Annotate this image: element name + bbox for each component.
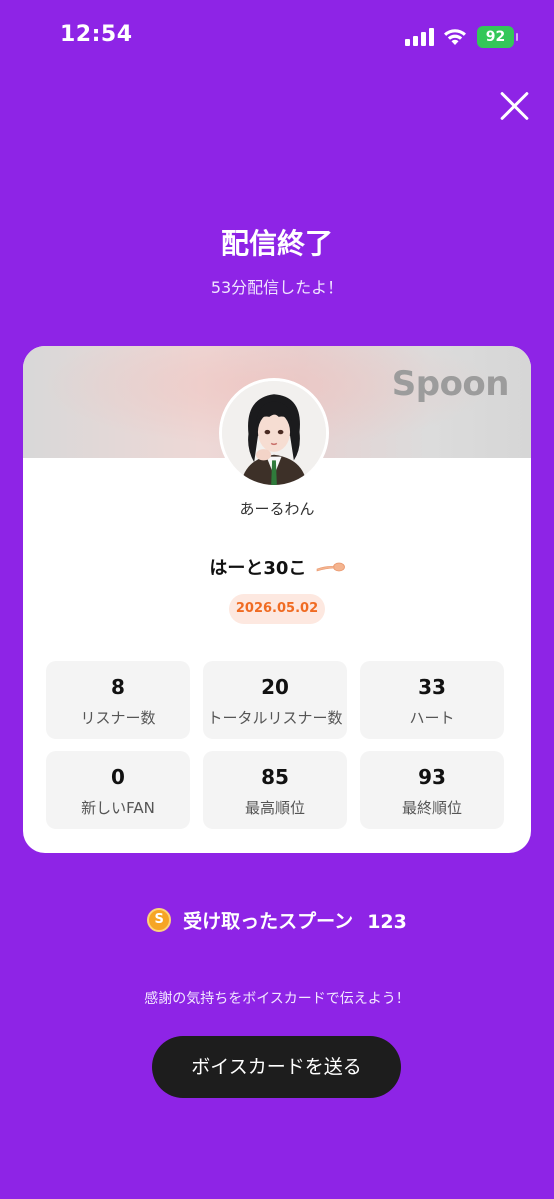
- spoons-count: 123: [367, 910, 407, 933]
- stat-hearts: 33 ハート: [360, 661, 504, 739]
- stat-listeners: 8 リスナー数: [46, 661, 190, 739]
- battery-level: 92: [485, 29, 506, 45]
- page-title: 配信終了: [220, 227, 333, 260]
- stat-label: リスナー数: [80, 709, 156, 727]
- battery-icon: 92: [477, 26, 518, 48]
- stream-title: はーと30こ: [23, 554, 531, 580]
- stat-value: 20: [261, 675, 289, 699]
- status-bar: 12:54 92: [0, 0, 554, 76]
- stat-new-fans: 0 新しいFAN: [46, 751, 190, 829]
- spoons-label: 受け取ったスプーン: [183, 910, 354, 933]
- stat-label: ハート: [409, 709, 455, 727]
- send-voice-card-button[interactable]: ボイスカードを送る: [152, 1036, 401, 1098]
- spoon-emoji-icon: [315, 559, 345, 580]
- stat-label: トータルリスナー数: [207, 709, 343, 727]
- stat-value: 0: [111, 765, 125, 789]
- broadcast-summary-card: Spoon あーるわん はーと30こ 2026.05.02 8 リスナー数 20…: [23, 346, 531, 853]
- username: あーるわん: [239, 500, 315, 518]
- stat-value: 33: [418, 675, 446, 699]
- avatar[interactable]: [219, 378, 329, 488]
- stat-value: 85: [261, 765, 289, 789]
- signal-icon: [405, 28, 435, 46]
- stat-label: 最終順位: [401, 799, 462, 817]
- stat-label: 最高順位: [244, 799, 305, 817]
- page-subtitle: 53分配信したよ！: [210, 278, 344, 297]
- stat-value: 93: [418, 765, 446, 789]
- date-badge: 2026.05.02: [229, 594, 325, 624]
- close-icon[interactable]: [494, 86, 534, 126]
- stat-label: 新しいFAN: [81, 799, 155, 817]
- stat-total-listeners: 20 トータルリスナー数: [203, 661, 347, 739]
- spoon-logo: Spoon: [391, 364, 510, 404]
- stat-final-rank: 93 最終順位: [360, 751, 504, 829]
- stat-value: 8: [111, 675, 125, 699]
- voice-card-hint: 感謝の気持ちをボイスカードで伝えよう！: [144, 991, 410, 1007]
- spoons-received: S 受け取ったスプーン 123: [0, 906, 554, 936]
- wifi-icon: [442, 26, 468, 46]
- stat-best-rank: 85 最高順位: [203, 751, 347, 829]
- coin-icon: S: [147, 907, 172, 932]
- status-time: 12:54: [60, 22, 133, 47]
- stream-title-text: はーと30こ: [209, 558, 307, 579]
